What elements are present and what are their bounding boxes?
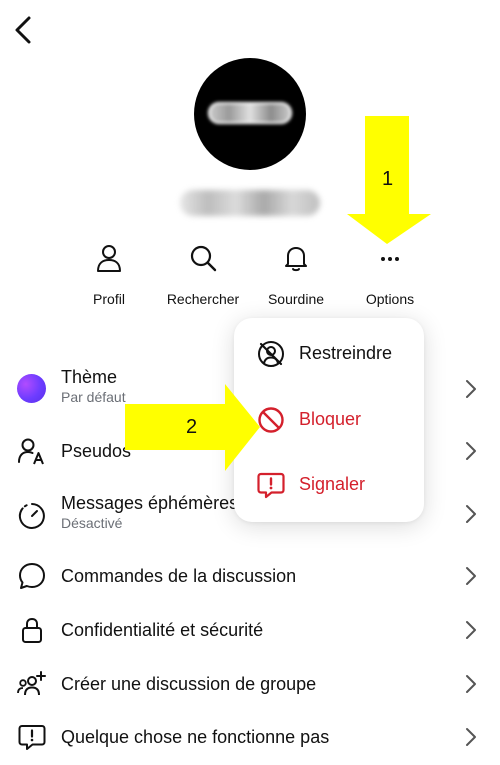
bell-icon: [285, 247, 307, 272]
nicknames-title: Pseudos: [61, 441, 132, 461]
back-chevron-icon[interactable]: [10, 14, 38, 46]
privacy-title: Confidentialité et sécurité: [61, 620, 264, 640]
action-profile-label: Profil: [93, 291, 125, 307]
action-options[interactable]: Options: [345, 243, 435, 307]
search-icon: [190, 245, 217, 272]
ephemeral-title: Messages éphémères: [61, 493, 239, 513]
chevron-right-icon: [466, 442, 476, 460]
menu-item-report[interactable]: Signaler: [234, 455, 424, 515]
restrict-icon: [258, 341, 284, 367]
more-icon: [381, 257, 399, 261]
annotation-number-2: 2: [186, 416, 198, 438]
annotation-number-1: 1: [382, 168, 394, 190]
report-icon: [257, 472, 285, 499]
chevron-right-icon: [466, 505, 476, 523]
avatar-blurred-content: [208, 102, 292, 124]
action-search[interactable]: Rechercher: [158, 243, 248, 307]
theme-title: Thème: [61, 367, 118, 387]
timer-icon: [18, 503, 45, 529]
action-mute-label: Sourdine: [267, 291, 325, 307]
chevron-right-icon: [466, 728, 476, 746]
block-icon: [258, 407, 284, 433]
commands-title: Commandes de la discussion: [61, 566, 297, 586]
person-icon: [97, 245, 121, 272]
chevron-right-icon: [466, 380, 476, 398]
chat-bubble-icon: [19, 563, 45, 589]
menu-report-label: Signaler: [299, 474, 366, 494]
add-group-icon: [17, 671, 46, 696]
options-menu: Restreindre Bloquer Signaler: [234, 318, 424, 522]
menu-restrict-label: Restreindre: [299, 343, 393, 363]
ephemeral-subtitle: Désactivé: [61, 515, 123, 531]
create-group-title: Créer une discussion de groupe: [61, 674, 317, 694]
theme-subtitle: Par défaut: [61, 389, 126, 405]
nickname-icon: [18, 438, 44, 465]
lock-icon: [22, 617, 42, 643]
action-search-label: Rechercher: [166, 291, 240, 307]
action-profile[interactable]: Profil: [64, 243, 154, 307]
chevron-right-icon: [466, 621, 476, 639]
chevron-right-icon: [466, 567, 476, 585]
theme-color-icon: [17, 374, 46, 403]
profile-avatar: [194, 58, 306, 170]
list-item-report-problem[interactable]: Quelque chose ne fonctionne pas: [0, 710, 500, 764]
action-mute[interactable]: Sourdine: [251, 243, 341, 307]
menu-item-restrict[interactable]: Restreindre: [234, 324, 424, 384]
chevron-right-icon: [466, 675, 476, 693]
list-item-commands[interactable]: Commandes de la discussion: [0, 549, 500, 603]
menu-block-label: Bloquer: [299, 409, 362, 429]
menu-item-block[interactable]: Bloquer: [234, 390, 424, 450]
report-problem-title: Quelque chose ne fonctionne pas: [61, 727, 330, 747]
list-item-create-group[interactable]: Créer une discussion de groupe: [0, 657, 500, 711]
report-bubble-icon: [18, 725, 46, 750]
blurred-username: [180, 190, 320, 216]
list-item-privacy[interactable]: Confidentialité et sécurité: [0, 603, 500, 657]
action-options-label: Options: [365, 291, 415, 307]
